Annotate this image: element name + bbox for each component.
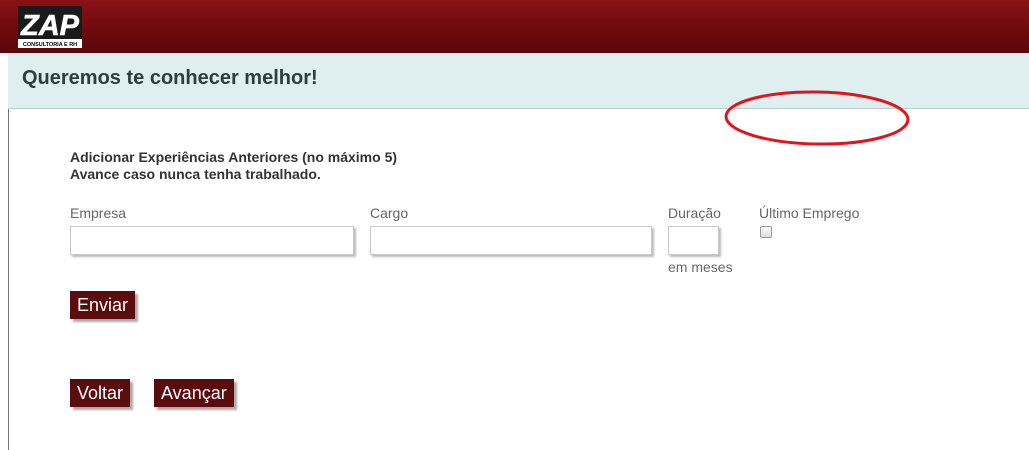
instruction-line-1: Adicionar Experiências Anteriores (no má… [70, 149, 398, 165]
next-button[interactable]: Avançar [154, 379, 234, 407]
back-button[interactable]: Voltar [70, 379, 131, 407]
experience-form: Adicionar Experiências Anteriores (no má… [8, 109, 1029, 450]
top-bar: ZAP CONSULTORIA E RH [0, 0, 1029, 53]
role-input[interactable] [370, 226, 652, 255]
logo-subtext: CONSULTORIA E RH [23, 42, 77, 48]
highlight-annotation [724, 90, 910, 146]
last-job-label: Último Emprego [759, 205, 860, 221]
company-input[interactable] [70, 226, 354, 255]
role-label: Cargo [370, 205, 409, 221]
duration-label: Duração [668, 205, 721, 221]
duration-input[interactable] [668, 226, 719, 255]
zap-logo: ZAP CONSULTORIA E RH [18, 6, 82, 48]
logo-text: ZAP [20, 10, 80, 42]
submit-button[interactable]: Enviar [70, 291, 136, 319]
duration-unit-label: em meses [668, 259, 733, 275]
page-title: Queremos te conhecer melhor! [22, 67, 318, 89]
last-job-checkbox[interactable] [760, 226, 772, 238]
instruction-line-2: Avance caso nunca tenha trabalhado. [70, 166, 321, 182]
form-instructions: Adicionar Experiências Anteriores (no má… [70, 149, 397, 183]
company-label: Empresa [70, 205, 127, 221]
